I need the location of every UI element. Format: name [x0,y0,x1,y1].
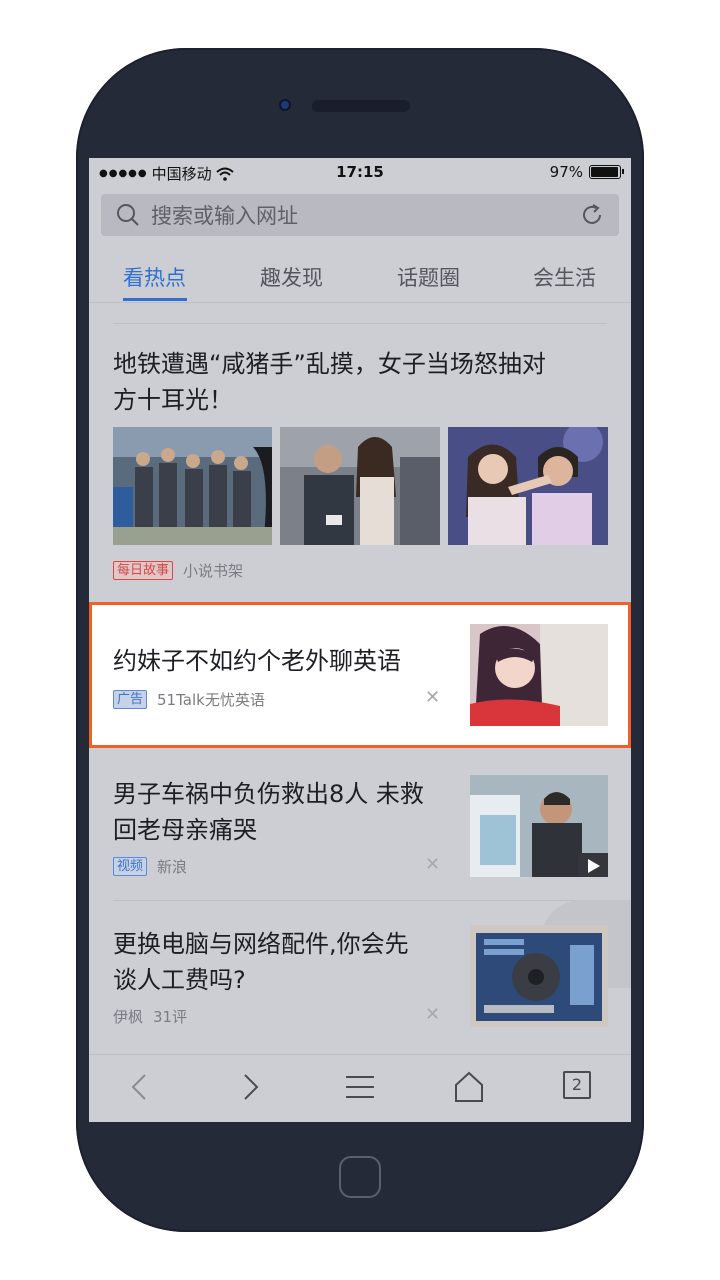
battery-percent: 97% [549,163,583,181]
refresh-icon[interactable] [579,202,605,228]
feed-item-title: 男子车祸中负伤救出8人 未救 回老母亲痛哭 [113,780,424,844]
feed-item-meta: 伊枫 31评 [113,1006,187,1027]
active-tab-indicator [123,298,187,301]
news-photo-subway-seats [280,427,440,545]
feed-item-meta: 广告 51Talk无忧英语 [113,689,265,710]
source-label[interactable]: 伊枫 [113,1006,143,1027]
browser-toolbar: 2 [89,1054,631,1122]
search-icon [117,204,139,226]
feed-divider [113,900,607,901]
dismiss-icon[interactable]: ✕ [425,687,440,708]
news-photo-motherboard [470,925,608,1027]
ad-badge: 广告 [113,690,148,709]
tab-life[interactable]: 会生活 [533,262,596,292]
tab-topics[interactable]: 话题圈 [397,262,460,292]
dismiss-icon[interactable]: ✕ [425,854,440,875]
video-badge: 视频 [113,857,148,876]
category-badge: 每日故事 [113,561,174,580]
feed-item-meta: 每日故事 小说书架 [113,560,243,581]
earpiece-speaker [312,100,410,112]
tab-discover[interactable]: 趣发现 [260,262,323,292]
phone-screen: ●●●●● 中国移动 17:15 97% 搜索或输入网址 看热点 趣发现 话题圈… [89,158,631,1122]
source-label[interactable]: 小说书架 [183,560,243,581]
source-label[interactable]: 51Talk无忧英语 [157,689,265,710]
news-photo-subway-crowd [113,427,272,545]
source-label[interactable]: 新浪 [157,856,187,877]
feed-divider [113,323,607,324]
feed-item-title: 更换电脑与网络配件,你会先 谈人工费吗? [113,930,409,994]
news-photo-hospital [470,775,608,877]
category-tabs: 看热点 趣发现 话题圈 会生活 [89,254,631,302]
search-placeholder: 搜索或输入网址 [151,204,298,228]
status-bar: ●●●●● 中国移动 17:15 97% [89,158,631,188]
home-icon[interactable] [451,1069,487,1105]
feed-item-ad[interactable]: 约妹子不如约个老外聊英语 广告 51Talk无忧英语 ✕ [89,602,631,748]
ad-photo-woman [470,624,608,726]
feed-item-title: 约妹子不如约个老外聊英语 [113,647,401,675]
battery-icon [589,165,624,179]
feed-item-title: 地铁遭遇“咸猪手”乱摸，女子当场怒抽对 方十耳光！ [113,350,546,414]
back-icon[interactable] [123,1069,159,1105]
tabs-count-button[interactable]: 2 [563,1071,591,1099]
front-camera [279,99,291,111]
feed-item-meta: 视频 新浪 [113,856,187,877]
tabs-divider [89,302,631,303]
dismiss-icon[interactable]: ✕ [425,1004,440,1025]
forward-icon[interactable] [231,1069,267,1105]
comment-count: 31评 [153,1008,188,1026]
menu-icon[interactable] [342,1069,378,1105]
tab-hot[interactable]: 看热点 [123,262,186,292]
home-button[interactable] [339,1156,381,1198]
news-photo-couple [448,427,608,545]
search-bar[interactable]: 搜索或输入网址 [101,194,619,236]
